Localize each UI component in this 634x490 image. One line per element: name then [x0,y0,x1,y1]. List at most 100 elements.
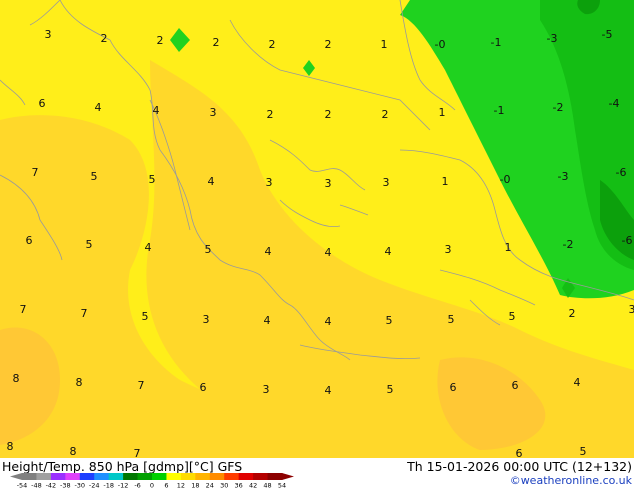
temperature-label: 3 [325,177,332,190]
temperature-label: 4 [208,175,215,188]
temperature-label: 4 [264,314,271,327]
temperature-label: -6 [622,234,633,247]
temperature-label: 5 [448,313,455,326]
temperature-label: 2 [157,34,164,47]
color-scale-swatch [152,473,167,480]
temperature-label: 5 [387,383,394,396]
valid-time: Th 15-01-2026 00:00 UTC (12+132) [407,459,632,474]
temperature-label: 6 [26,234,33,247]
color-scale-tick-label: -18 [103,482,114,489]
temperature-label: -2 [553,101,564,114]
color-scale-swatch [195,473,211,480]
color-scale-swatch [224,473,240,480]
temperature-label: 1 [442,175,449,188]
temperature-label: 1 [381,38,388,51]
temperature-label: 1 [505,241,512,254]
temperature-label: 6 [200,381,207,394]
credit-link[interactable]: ©weatheronline.co.uk [510,474,632,487]
temperature-label: 4 [325,384,332,397]
temperature-label: -0 [500,173,511,186]
color-scale-tick-label: 42 [249,482,257,489]
color-scale-tick-label: 54 [278,482,286,489]
color-scale-tick-label: -48 [31,482,42,489]
color-scale-swatch [22,473,37,480]
temperature-label: -1 [494,104,505,117]
temperature-label: 2 [325,38,332,51]
temperature-label: 2 [213,36,220,49]
color-scale-right-arrow [282,473,294,480]
temperature-label: 5 [91,170,98,183]
temperature-label: 3 [263,383,270,396]
temperature-label: 7 [20,303,27,316]
temperature-label: 3 [45,28,52,41]
temperature-label: 8 [70,445,77,458]
color-scale-swatch [65,473,81,480]
color-scale-tick-label: 36 [235,482,243,489]
temperature-label: 6 [450,381,457,394]
temperature-label: 4 [325,315,332,328]
color-scale-tick-label: -42 [46,482,57,489]
temperature-label: 2 [325,108,332,121]
color-scale-tick-label: -12 [118,482,129,489]
temperature-label: 2 [382,108,389,121]
temperature-label: 8 [7,440,14,453]
temperature-label: 6 [516,447,523,458]
temperature-label: 3 [445,243,452,256]
temperature-label: -2 [563,238,574,251]
color-scale-swatch [180,473,196,480]
color-scale-swatches [10,473,294,480]
color-scale-tick-label: 12 [177,482,185,489]
temperature-label: 3 [629,303,634,316]
color-scale-swatch [238,473,254,480]
temperature-label: 2 [569,307,576,320]
temperature-label: 2 [101,32,108,45]
color-scale-swatch [108,473,124,480]
color-scale-tick-label: -38 [60,482,71,489]
temperature-label: 1 [439,106,446,119]
temperature-label: 4 [385,245,392,258]
color-scale-tick-label: -30 [74,482,85,489]
color-scale-swatch [137,473,153,480]
temperature-label: 2 [269,38,276,51]
color-scale-tick-label: -6 [134,482,140,489]
weather-map: 3 2 2 2 2 2 1 -0 -1 -3 -5 6 4 4 3 2 2 2 1 -1 -2 -4 7 5 5 4 3 3 3 1 -0 -… [0,0,634,458]
temperature-label: 5 [386,314,393,327]
color-scale-tick-label: -24 [89,482,100,489]
temperature-label: 5 [509,310,516,323]
color-scale-tick-label: 48 [263,482,271,489]
temperature-label: 6 [512,379,519,392]
temperature-label: -4 [609,97,620,110]
temperature-label: 5 [142,310,149,323]
color-scale-swatch [166,473,182,480]
temperature-label: -3 [558,170,569,183]
color-scale-bar: -54 -48 -42 -38 -30 -24 -18 -12 -6 0 6 12 18 24 30 36 42… [10,473,294,489]
temperature-label: 7 [81,307,88,320]
temperature-label: -1 [491,36,502,49]
temperature-label: 7 [138,379,145,392]
temperature-label: 4 [574,376,581,389]
temperature-label: 7 [32,166,39,179]
temperature-label: 5 [86,238,93,251]
color-scale-swatch [253,473,269,480]
color-scale-tick-label: -54 [17,482,28,489]
temperature-label: 4 [325,246,332,259]
color-scale-swatch [36,473,52,480]
temperature-label: 4 [265,245,272,258]
temperature-label: 3 [266,176,273,189]
color-scale-tick-label: 30 [220,482,228,489]
temperature-label: 4 [95,101,102,114]
temperature-label: 3 [383,176,390,189]
temperature-label: 5 [205,243,212,256]
color-scale-swatch [79,473,95,480]
temperature-label: 3 [203,313,210,326]
color-scale-tick-label: 6 [164,482,168,489]
temperature-label: -0 [435,38,446,51]
color-scale-tick-label: 0 [150,482,154,489]
color-scale-ticks: -54 -48 -42 -38 -30 -24 -18 -12 -6 0 6 12 18 24 30 36 42… [17,482,286,489]
temperature-label: -5 [602,28,613,41]
color-scale-tick-label: 24 [206,482,214,489]
color-scale-swatch [209,473,225,480]
temperature-label: 6 [39,97,46,110]
temperature-label: 2 [267,108,274,121]
temperature-label: 8 [13,372,20,385]
